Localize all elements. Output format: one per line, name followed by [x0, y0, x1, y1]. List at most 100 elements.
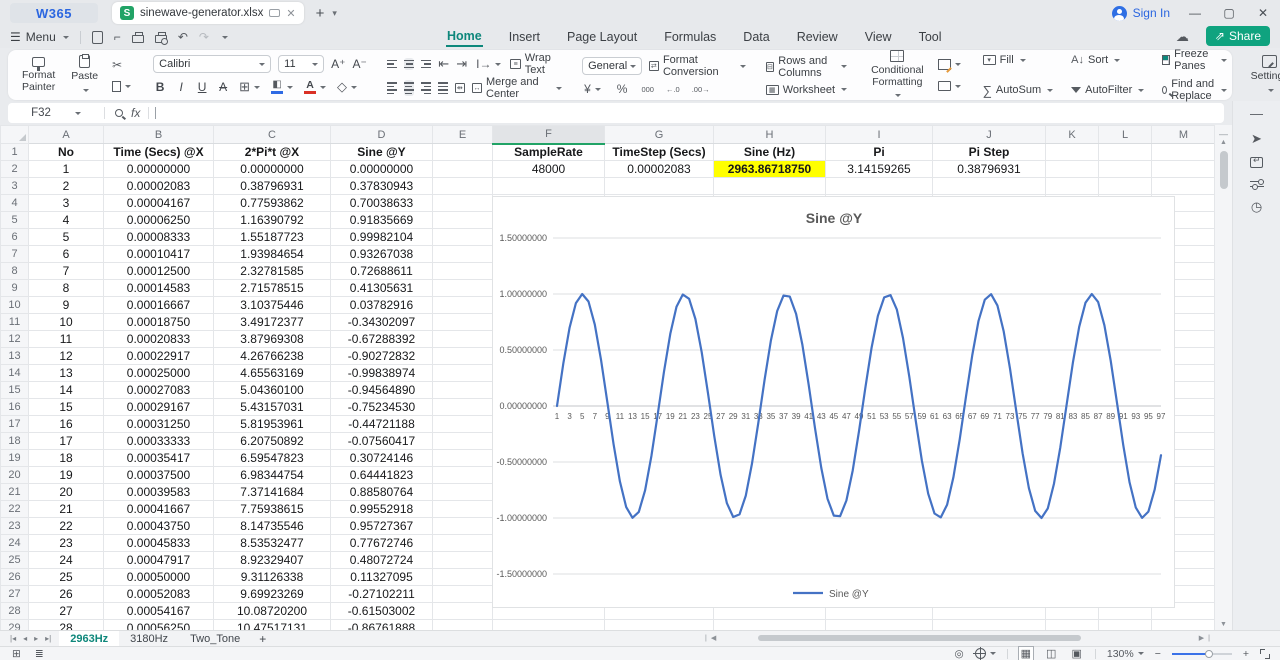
row-header-12[interactable]: 12	[1, 331, 29, 348]
cell-E16[interactable]	[433, 399, 493, 416]
column-header-F[interactable]: F	[493, 126, 605, 144]
table-style-button[interactable]	[936, 59, 963, 70]
cell-H3[interactable]	[714, 178, 826, 195]
cell-E12[interactable]	[433, 331, 493, 348]
cell-B9[interactable]: 0.00014583	[104, 280, 214, 297]
cell-B23[interactable]: 0.00043750	[104, 518, 214, 535]
cell-A23[interactable]: 22	[29, 518, 104, 535]
cell-G1[interactable]: TimeStep (Secs)	[605, 144, 714, 161]
cell-A29[interactable]: 28	[29, 620, 104, 631]
cell-B11[interactable]: 0.00018750	[104, 314, 214, 331]
align-bottom-icon[interactable]	[421, 58, 431, 71]
text-orientation-button[interactable]: I→	[474, 57, 503, 71]
zoom-level-button[interactable]: 130%	[1107, 648, 1144, 660]
cell-M3[interactable]	[1152, 178, 1216, 195]
column-header-G[interactable]: G	[605, 126, 714, 144]
column-header-L[interactable]: L	[1099, 126, 1152, 144]
cell-E22[interactable]	[433, 501, 493, 518]
cell-E10[interactable]	[433, 297, 493, 314]
cell-D7[interactable]: 0.93267038	[331, 246, 433, 263]
cell-D25[interactable]: 0.48072724	[331, 552, 433, 569]
row-header-3[interactable]: 3	[1, 178, 29, 195]
freeze-panes-button[interactable]: Freeze Panes	[1162, 48, 1226, 72]
cell-C1[interactable]: 2*Pi*t @X	[214, 144, 331, 161]
cell-B28[interactable]: 0.00054167	[104, 603, 214, 620]
prev-sheet-icon[interactable]: ◂	[23, 634, 27, 643]
find-replace-button[interactable]: Find and Replace	[1162, 78, 1226, 102]
cell-B15[interactable]: 0.00027083	[104, 382, 214, 399]
cell-E18[interactable]	[433, 433, 493, 450]
cell-E1[interactable]	[433, 144, 493, 161]
next-sheet-icon[interactable]: ▸	[34, 634, 38, 643]
cell-G3[interactable]	[605, 178, 714, 195]
cell-C7[interactable]: 1.93984654	[214, 246, 331, 263]
autosum-button[interactable]: ∑AutoSum	[983, 78, 1054, 102]
cell-B1[interactable]: Time (Secs) @X	[104, 144, 214, 161]
cell-D29[interactable]: -0.86761888	[331, 620, 433, 631]
cell-E9[interactable]	[433, 280, 493, 297]
cell-D1[interactable]: Sine @Y	[331, 144, 433, 161]
column-header-M[interactable]: M	[1152, 126, 1216, 144]
cell-C14[interactable]: 4.65563169	[214, 365, 331, 382]
cell-I1[interactable]: Pi	[826, 144, 933, 161]
cell-C20[interactable]: 6.98344754	[214, 467, 331, 484]
cell-B10[interactable]: 0.00016667	[104, 297, 214, 314]
cell-C23[interactable]: 8.14735546	[214, 518, 331, 535]
cell-B18[interactable]: 0.00033333	[104, 433, 214, 450]
app-logo[interactable]: W365	[10, 3, 98, 23]
grow-font-button[interactable]: A⁺	[331, 57, 345, 71]
cell-D26[interactable]: 0.11327095	[331, 569, 433, 586]
cell-A28[interactable]: 27	[29, 603, 104, 620]
row-header-18[interactable]: 18	[1, 433, 29, 450]
cloud-upload-icon[interactable]: ☁	[1176, 29, 1194, 43]
column-header-J[interactable]: J	[933, 126, 1046, 144]
cell-E15[interactable]	[433, 382, 493, 399]
tab-tool[interactable]: Tool	[918, 28, 943, 46]
tab-formulas[interactable]: Formulas	[663, 28, 717, 46]
cell-D28[interactable]: -0.61503002	[331, 603, 433, 620]
cell-E24[interactable]	[433, 535, 493, 552]
cell-C2[interactable]: 0.00000000	[214, 161, 331, 178]
zoom-formula-icon[interactable]	[115, 109, 123, 117]
paste-button[interactable]: Paste	[67, 53, 102, 96]
reading-mode-icon[interactable]: ◎	[954, 648, 963, 660]
cell-I3[interactable]	[826, 178, 933, 195]
cell-E7[interactable]	[433, 246, 493, 263]
row-header-22[interactable]: 22	[1, 501, 29, 518]
cell-A12[interactable]: 11	[29, 331, 104, 348]
row-header-5[interactable]: 5	[1, 212, 29, 229]
save-icon[interactable]	[92, 31, 103, 44]
cell-C4[interactable]: 0.77593862	[214, 195, 331, 212]
cell-D24[interactable]: 0.77672746	[331, 535, 433, 552]
shrink-font-button[interactable]: A⁻	[352, 57, 366, 71]
row-header-20[interactable]: 20	[1, 467, 29, 484]
decrease-decimal-button[interactable]: .00→	[692, 85, 710, 94]
align-left-icon[interactable]	[387, 80, 397, 96]
document-tab[interactable]: S sinewave-generator.xlsx ✕	[112, 2, 304, 24]
cell-B29[interactable]: 0.00056250	[104, 620, 214, 631]
share-button[interactable]: ⇗ Share	[1206, 26, 1270, 46]
worksheet-button[interactable]: ▦Worksheet	[766, 84, 847, 96]
cell-E27[interactable]	[433, 586, 493, 603]
cell-E13[interactable]	[433, 348, 493, 365]
cut-button[interactable]: ✂	[110, 58, 133, 72]
cell-I29[interactable]	[826, 620, 933, 631]
new-tab-button[interactable]: +	[316, 5, 325, 22]
last-sheet-icon[interactable]: ▸|	[45, 634, 51, 643]
cell-B17[interactable]: 0.00031250	[104, 416, 214, 433]
cell-B5[interactable]: 0.00006250	[104, 212, 214, 229]
cell-B24[interactable]: 0.00045833	[104, 535, 214, 552]
cell-D14[interactable]: -0.99838974	[331, 365, 433, 382]
cell-C16[interactable]: 5.43157031	[214, 399, 331, 416]
italic-button[interactable]: I	[174, 80, 188, 94]
fill-color-button[interactable]: ◧	[269, 80, 295, 94]
tab-page-layout[interactable]: Page Layout	[566, 28, 638, 46]
select-cursor-icon[interactable]: ➤	[1251, 132, 1262, 146]
bold-button[interactable]: B	[153, 80, 167, 94]
cell-F3[interactable]	[493, 178, 605, 195]
horizontal-scroll-thumb[interactable]	[758, 635, 1081, 641]
justify-icon[interactable]	[438, 80, 448, 96]
row-header-7[interactable]: 7	[1, 246, 29, 263]
cell-B14[interactable]: 0.00025000	[104, 365, 214, 382]
row-header-11[interactable]: 11	[1, 314, 29, 331]
